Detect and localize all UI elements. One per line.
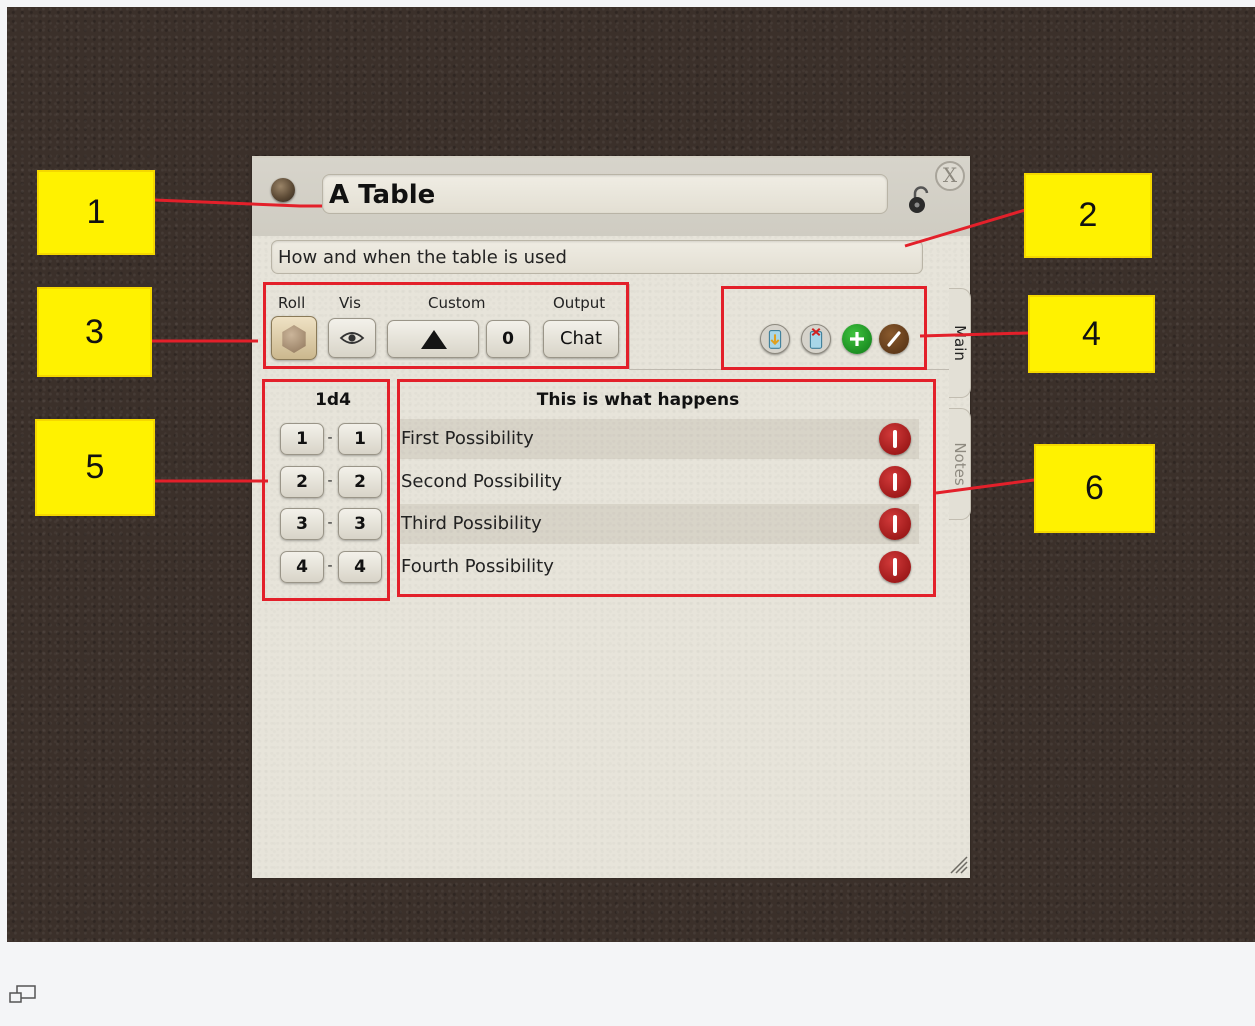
- callout-2: 2: [1024, 173, 1152, 258]
- callout-4: 4: [1028, 295, 1155, 373]
- callout-5: 5: [35, 419, 155, 516]
- highlight-range-column: [262, 379, 390, 601]
- highlight-results-column: [397, 379, 936, 597]
- highlight-roll-controls: [263, 282, 629, 369]
- callout-1: 1: [37, 170, 155, 255]
- callout-6: 6: [1034, 444, 1155, 533]
- callout-3: 3: [37, 287, 152, 377]
- highlight-toolbar: [721, 286, 927, 370]
- window-restore-icon[interactable]: [8, 984, 38, 1006]
